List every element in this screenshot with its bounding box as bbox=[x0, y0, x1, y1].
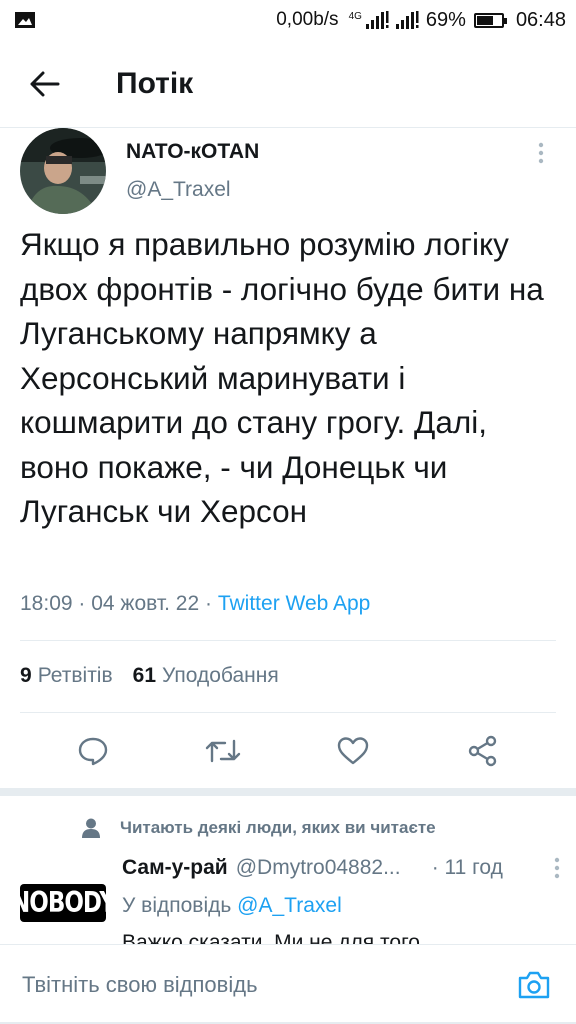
reply-time: · 11 год bbox=[431, 856, 503, 879]
reply-avatar-logo: NOBODY bbox=[11, 886, 116, 920]
replying-to-handle[interactable]: @A_Traxel bbox=[237, 894, 342, 917]
social-context-text: Читають деякі люди, яких ви читаєте bbox=[120, 818, 436, 837]
more-vertical-icon bbox=[538, 142, 544, 164]
author-avatar[interactable] bbox=[20, 128, 106, 214]
tweet-time: 18:09 bbox=[20, 592, 73, 615]
replying-to-label: У відповідь bbox=[122, 894, 232, 917]
tweet-actions bbox=[0, 722, 576, 780]
app-header: Потік bbox=[0, 40, 576, 128]
battery-percent: 69% bbox=[425, 8, 466, 31]
signal-icon-2 bbox=[395, 11, 419, 29]
retweets-label: Ретвітів bbox=[37, 664, 113, 687]
tweet-stats: 9 Ретвітів 61 Уподобання bbox=[20, 664, 279, 688]
author-handle[interactable]: @A_Traxel bbox=[126, 178, 526, 202]
replying-to: У відповідь @A_Traxel bbox=[122, 894, 342, 918]
signal-icon bbox=[365, 11, 389, 29]
divider bbox=[20, 712, 556, 713]
status-bar: 0,00b/s 4G 69% 06:48 bbox=[0, 0, 576, 40]
retweets-count: 9 bbox=[20, 664, 32, 687]
share-icon bbox=[468, 735, 497, 767]
likes-stat[interactable]: 61 Уподобання bbox=[133, 664, 279, 688]
tweet-meta: 18:09 · 04 жовт. 22 · Twitter Web App bbox=[20, 592, 370, 616]
author-name[interactable]: NATO-кОТАN bbox=[126, 140, 526, 164]
retweets-stat[interactable]: 9 Ретвітів bbox=[20, 664, 113, 688]
social-context: Читають деякі люди, яких ви читаєте bbox=[82, 818, 436, 838]
camera-icon bbox=[518, 971, 550, 998]
arrow-left-icon bbox=[30, 71, 60, 96]
reply-author-name[interactable]: Сам-у-рай bbox=[122, 856, 228, 880]
reply-author-handle[interactable]: @Dmytro04882... bbox=[236, 856, 420, 880]
reply-more-button[interactable] bbox=[554, 857, 560, 879]
reply-icon bbox=[78, 737, 108, 766]
reply-button[interactable] bbox=[63, 722, 123, 780]
likes-count: 61 bbox=[132, 664, 156, 687]
tweet-author: NATO-кОТАN @A_Traxel bbox=[20, 128, 556, 220]
likes-label: Уподобання bbox=[162, 664, 279, 687]
meta-separator: · bbox=[72, 592, 92, 615]
reply-input[interactable]: Твітніть свою відповідь bbox=[22, 972, 514, 998]
section-divider bbox=[0, 788, 576, 796]
compose-bar: Твітніть свою відповідь bbox=[0, 944, 576, 1024]
battery-fill bbox=[476, 15, 494, 25]
like-button[interactable] bbox=[323, 722, 383, 780]
network-type: 4G bbox=[348, 10, 362, 22]
retweet-icon bbox=[205, 739, 241, 763]
page-title: Потік bbox=[116, 66, 194, 100]
clock: 06:48 bbox=[515, 8, 566, 31]
meta-separator-2: · bbox=[199, 592, 218, 615]
tweet-more-button[interactable] bbox=[526, 128, 556, 168]
person-icon bbox=[82, 818, 100, 838]
reply-avatar[interactable]: NOBODY bbox=[11, 884, 116, 922]
share-button[interactable] bbox=[453, 722, 513, 780]
tweet-date: 04 жовт. 22 bbox=[91, 592, 200, 615]
retweet-button[interactable] bbox=[193, 722, 253, 780]
more-vertical-icon bbox=[554, 857, 560, 879]
camera-button[interactable] bbox=[514, 965, 554, 1005]
tweet-text: Якщо я правильно розумію логіку двох фро… bbox=[20, 226, 544, 529]
reply-text: Важко сказати. Ми не для того bbox=[122, 931, 420, 944]
divider bbox=[20, 640, 556, 641]
back-button[interactable] bbox=[0, 40, 90, 128]
reply-header: Сам-у-рай @Dmytro04882... · 11 год bbox=[122, 856, 560, 880]
network-speed: 0,00b/s bbox=[276, 9, 339, 30]
like-icon bbox=[337, 737, 369, 765]
tweet-source[interactable]: Twitter Web App bbox=[218, 592, 371, 615]
image-notification-icon bbox=[15, 12, 35, 28]
battery-icon bbox=[473, 12, 507, 28]
avatar-image bbox=[20, 128, 106, 214]
